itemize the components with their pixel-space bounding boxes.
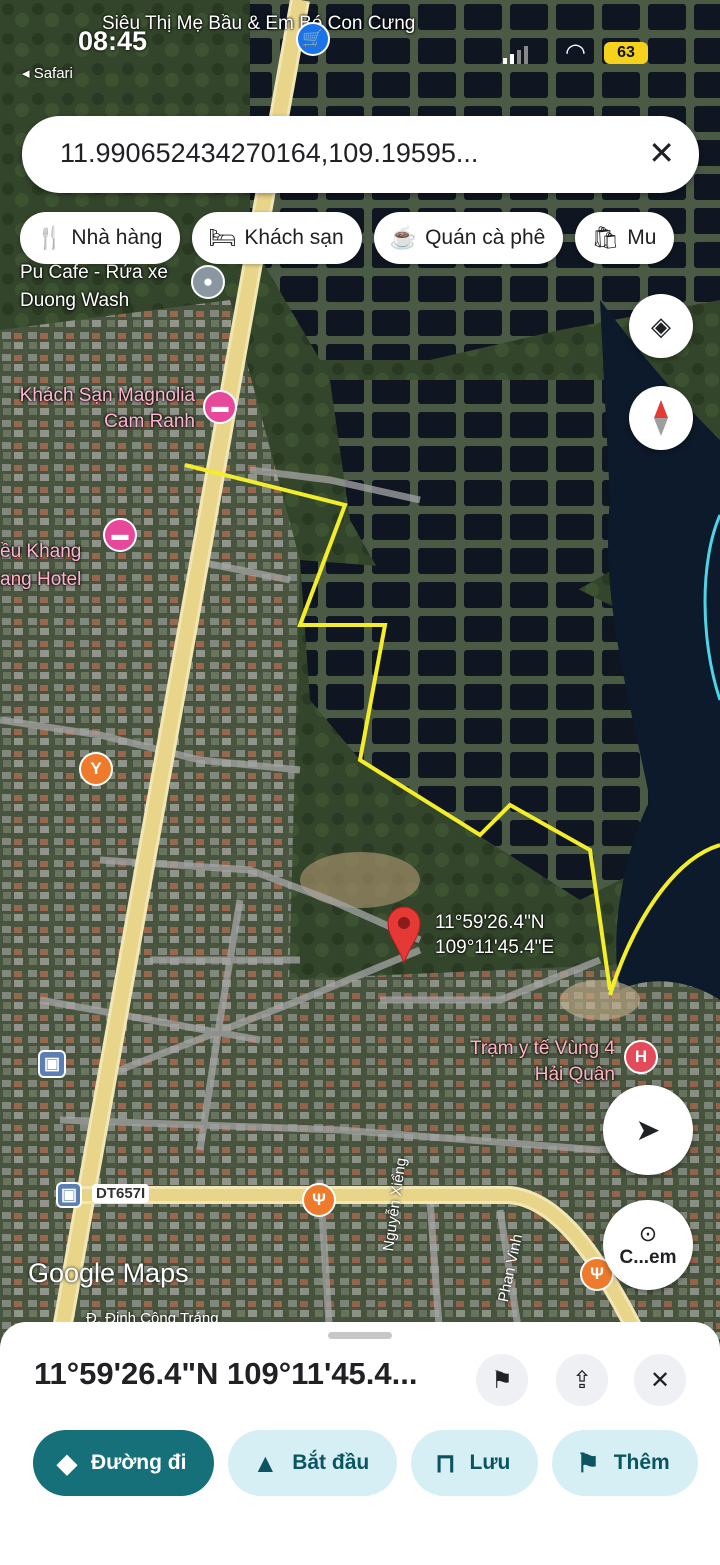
hospital-icon[interactable]: H xyxy=(624,1040,658,1074)
action-label: Thêm xyxy=(613,1451,670,1474)
close-icon[interactable]: ✕ xyxy=(648,134,675,172)
directions-icon: ◆ xyxy=(57,1447,77,1478)
search-query[interactable]: 11.990652434270164,109.19595... xyxy=(60,138,478,169)
wifi-icon: ◠ xyxy=(565,39,586,66)
street-view-label: C...em xyxy=(619,1247,677,1268)
camera-icon: ⊙ xyxy=(638,1221,658,1246)
action-label: Lưu xyxy=(469,1451,511,1474)
chip-label: Mu xyxy=(627,226,657,249)
street-view-button[interactable]: ⊙ C...em xyxy=(603,1200,693,1290)
pin-coordinates: 11°59'26.4"N 109°11'45.4"E xyxy=(435,910,554,960)
compass-icon xyxy=(654,400,668,436)
poi-label[interactable]: Pu Cafe - Rửa xe Duong Wash xyxy=(20,259,185,315)
compass-button[interactable] xyxy=(629,386,693,450)
drag-handle[interactable] xyxy=(328,1332,392,1339)
poi-label[interactable]: Khách Sạn Magnolia Cam Ranh xyxy=(0,383,195,435)
google-maps-logo: Google Maps xyxy=(28,1258,189,1288)
layers-icon: ◈ xyxy=(651,310,671,341)
bus-icon[interactable]: ▣ xyxy=(56,1182,82,1208)
directions-button[interactable]: ◆ Đường đi xyxy=(33,1430,215,1496)
poi-label[interactable]: ều Khang ang Hotel xyxy=(0,538,92,594)
bottom-sheet[interactable]: 11°59'26.4"N 109°11'45.4... ⚑ ⇪ ✕ ◆ Đường… xyxy=(0,1322,720,1565)
navigation-icon: ▲ xyxy=(252,1447,279,1478)
flag-icon: ⚑ xyxy=(576,1447,600,1478)
chip-restaurants[interactable]: 🍴 Nhà hàng xyxy=(20,212,181,264)
search-bar[interactable]: 11.990652434270164,109.19595... ✕ xyxy=(22,116,699,193)
place-title: 11°59'26.4"N 109°11'45.4... xyxy=(34,1356,418,1391)
action-buttons: ◆ Đường đi ▲ Bắt đầu ⊓ Lưu ⚑ Thêm xyxy=(33,1430,698,1496)
clock: 08:45 xyxy=(78,26,148,56)
battery-indicator: 63 xyxy=(604,42,648,64)
restaurant-icon: 🍴 xyxy=(36,225,64,250)
bus-icon[interactable]: ▣ xyxy=(38,1050,66,1078)
restaurant-icon[interactable]: Ψ xyxy=(302,1183,336,1217)
category-chips: 🍴 Nhà hàng 🛏 Khách sạn ☕ Quán cà phê 🛍 Mu xyxy=(20,212,675,264)
road-shield: DT657I xyxy=(92,1184,150,1203)
action-label: Đường đi xyxy=(91,1451,187,1474)
dropped-pin-icon[interactable] xyxy=(386,905,422,965)
pin-lat: 11°59'26.4"N xyxy=(435,912,545,933)
hotel-icon[interactable]: ▬ xyxy=(203,390,237,424)
bar-icon[interactable]: Y xyxy=(79,752,113,786)
place-icon[interactable]: ● xyxy=(191,265,225,299)
close-sheet-button[interactable]: ✕ xyxy=(634,1354,686,1406)
chip-label: Quán cà phê xyxy=(425,226,546,249)
bookmark-icon: ⊓ xyxy=(435,1447,456,1478)
coffee-icon: ☕ xyxy=(389,225,418,250)
poi-label[interactable]: Trạm y tế Vùng 4 Hải Quân xyxy=(455,1036,615,1088)
chip-label: Khách sạn xyxy=(244,226,344,249)
pin-lng: 109°11'45.4"E xyxy=(435,937,555,958)
hotel-icon: 🛏 xyxy=(208,225,237,250)
hotel-icon[interactable]: ▬ xyxy=(103,518,137,552)
action-label: Bắt đầu xyxy=(292,1451,370,1474)
save-place-button[interactable]: ⊓ Lưu xyxy=(411,1430,539,1496)
chip-shopping[interactable]: 🛍 Mu xyxy=(575,212,675,264)
share-icon: ⇪ xyxy=(571,1366,593,1394)
add-button[interactable]: ⚑ Thêm xyxy=(552,1430,698,1496)
share-button[interactable]: ⇪ xyxy=(556,1354,608,1406)
chip-label: Nhà hàng xyxy=(71,226,163,249)
navigation-arrow-icon: ➤ xyxy=(635,1113,661,1147)
layers-button[interactable]: ◈ xyxy=(629,294,693,358)
back-to-safari[interactable]: ◂ Safari xyxy=(22,64,73,82)
status-bar: 08:45 ◂ Safari ◠ 63 xyxy=(0,0,720,95)
bookmark-icon: ⚑ xyxy=(491,1366,513,1394)
signal-icon xyxy=(503,46,528,64)
chip-coffee[interactable]: ☕ Quán cà phê xyxy=(373,212,564,264)
save-button[interactable]: ⚑ xyxy=(476,1354,528,1406)
close-icon: ✕ xyxy=(649,1366,671,1394)
chip-hotels[interactable]: 🛏 Khách sạn xyxy=(192,212,362,264)
start-button[interactable]: ▲ Bắt đầu xyxy=(228,1430,398,1496)
my-location-button[interactable]: ➤ xyxy=(603,1085,693,1175)
shopping-icon: 🛍 xyxy=(591,225,620,250)
